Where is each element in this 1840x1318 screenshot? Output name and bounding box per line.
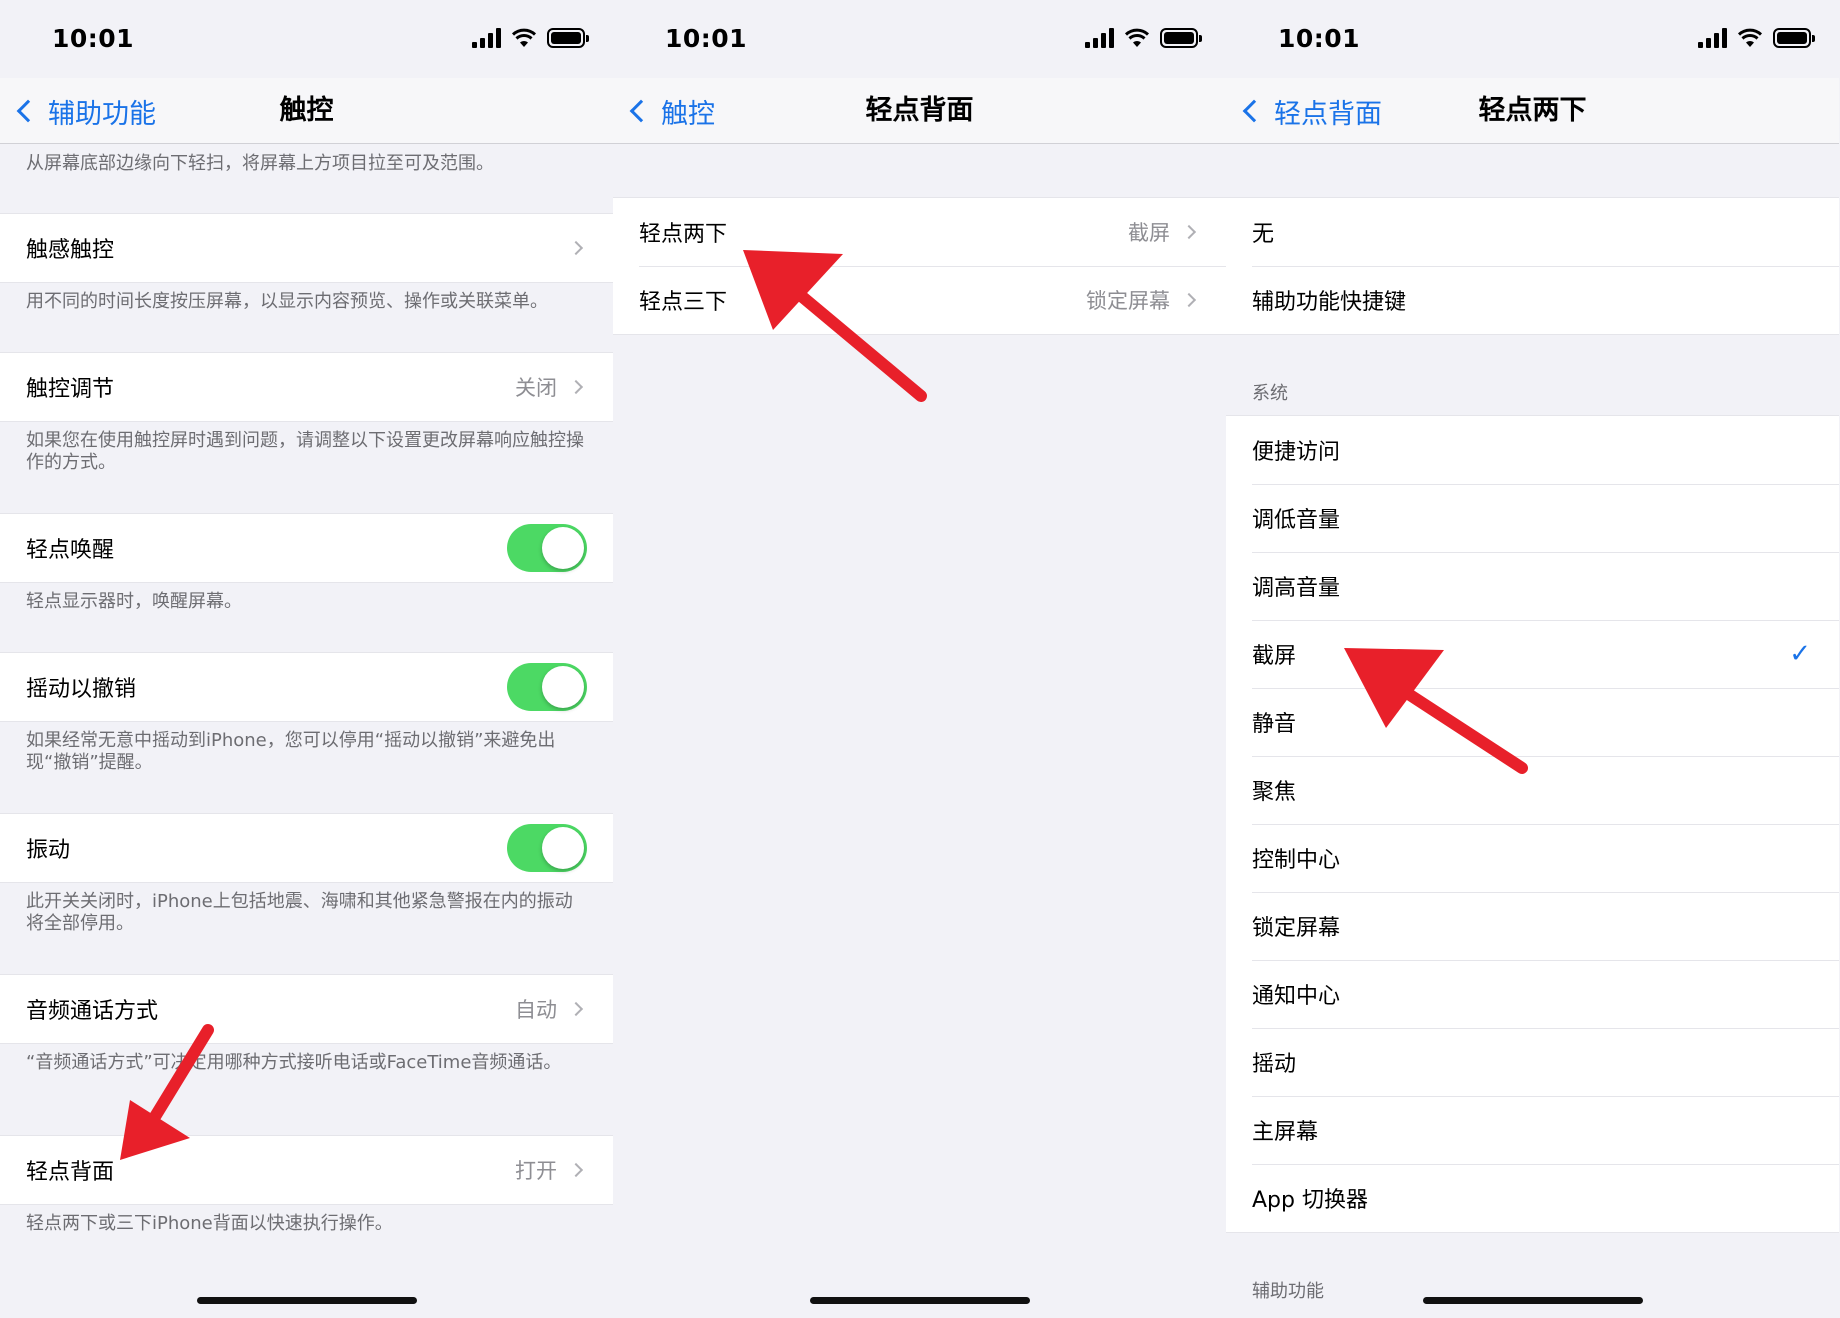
home-indicator[interactable] — [809, 1297, 1030, 1304]
home-indicator[interactable] — [196, 1297, 417, 1304]
option-control-center[interactable]: 控制中心 — [1226, 824, 1839, 892]
tap-to-wake-toggle[interactable] — [507, 524, 587, 572]
back-button[interactable]: 辅助功能 — [14, 92, 156, 130]
section-header-accessibility: 辅助功能 — [1252, 1281, 1324, 1302]
cellular-signal-icon — [1698, 28, 1727, 48]
chevron-left-icon — [1242, 99, 1266, 123]
wifi-icon — [511, 28, 537, 47]
chevron-right-icon — [1181, 224, 1197, 240]
chevron-left-icon — [16, 99, 40, 123]
option-accessibility-shortcut[interactable]: 辅助功能快捷键 — [1226, 266, 1839, 334]
cellular-signal-icon — [472, 28, 501, 48]
status-bar: 10:01 — [0, 0, 613, 78]
status-time: 10:01 — [1278, 24, 1361, 53]
option-spotlight[interactable]: 聚焦 — [1226, 756, 1839, 824]
shake-to-undo-row: 摇动以撤销 — [0, 653, 613, 721]
cellular-signal-icon — [1085, 28, 1114, 48]
wifi-icon — [1124, 28, 1150, 47]
status-bar: 10:01 — [613, 0, 1226, 78]
option-notification-center[interactable]: 通知中心 — [1226, 960, 1839, 1028]
chevron-right-icon — [568, 1162, 584, 1178]
chevron-right-icon — [568, 240, 584, 256]
option-none[interactable]: 无 — [1226, 198, 1839, 266]
chevron-right-icon — [568, 379, 584, 395]
call-audio-note: “音频通话方式”可决定用哪种方式接听电话或FaceTime音频通话。 — [26, 1052, 562, 1073]
chevron-right-icon — [1181, 292, 1197, 308]
back-tap-note: 轻点两下或三下iPhone背面以快速执行操作。 — [26, 1213, 393, 1234]
haptic-touch-row[interactable]: 触感触控 — [0, 214, 613, 282]
option-lock-screen[interactable]: 锁定屏幕 — [1226, 892, 1839, 960]
back-button[interactable]: 轻点背面 — [1240, 92, 1382, 130]
nav-bar: 轻点背面 轻点两下 — [1226, 78, 1839, 144]
option-reachability[interactable]: 便捷访问 — [1226, 416, 1839, 484]
double-tap-action-screen: 10:01 轻点背面 轻点两下 无 辅助功能快捷键 系统 便捷访问 调低音量 调… — [1226, 0, 1839, 1318]
option-mute[interactable]: 静音 — [1226, 688, 1839, 756]
battery-icon — [1773, 28, 1815, 48]
nav-bar: 辅助功能 触控 — [0, 78, 613, 144]
touch-accommodations-note: 如果您在使用触控屏时遇到问题，请调整以下设置更改屏幕响应触控操作的方式。 — [26, 430, 584, 473]
shake-to-undo-toggle[interactable] — [507, 663, 587, 711]
call-audio-routing-row[interactable]: 音频通话方式 自动 — [0, 975, 613, 1043]
triple-tap-row[interactable]: 轻点三下 锁定屏幕 — [613, 266, 1226, 334]
tap-to-wake-row: 轻点唤醒 — [0, 514, 613, 582]
section-header-system: 系统 — [1252, 383, 1288, 404]
option-home-screen[interactable]: 主屏幕 — [1226, 1096, 1839, 1164]
touch-accommodations-row[interactable]: 触控调节 关闭 — [0, 353, 613, 421]
option-screenshot[interactable]: 截屏 ✓ — [1226, 620, 1839, 688]
back-tap-screen: 10:01 触控 轻点背面 轻点两下 截屏 轻点三下 锁定屏幕 — [613, 0, 1226, 1318]
option-shake[interactable]: 摇动 — [1226, 1028, 1839, 1096]
tap-to-wake-note: 轻点显示器时，唤醒屏幕。 — [26, 591, 242, 612]
status-bar: 10:01 — [1226, 0, 1839, 78]
nav-bar: 触控 轻点背面 — [613, 78, 1226, 144]
vibration-row: 振动 — [0, 814, 613, 882]
chevron-right-icon — [568, 1001, 584, 1017]
option-app-switcher[interactable]: App 切换器 — [1226, 1164, 1839, 1232]
option-volume-up[interactable]: 调高音量 — [1226, 552, 1839, 620]
battery-icon — [547, 28, 589, 48]
touch-settings-screen: 10:01 辅助功能 触控 从屏幕底部边缘向下轻扫，将屏幕上方项目拉至可及范围。… — [0, 0, 613, 1318]
battery-icon — [1160, 28, 1202, 48]
shake-to-undo-note: 如果经常无意中摇动到iPhone，您可以停用“摇动以撤销”来避免出现“撤销”提醒… — [26, 730, 556, 773]
double-tap-row[interactable]: 轻点两下 截屏 — [613, 198, 1226, 266]
wifi-icon — [1737, 28, 1763, 47]
vibration-toggle[interactable] — [507, 824, 587, 872]
status-time: 10:01 — [52, 24, 135, 53]
chevron-left-icon — [629, 99, 653, 123]
status-time: 10:01 — [665, 24, 748, 53]
option-volume-down[interactable]: 调低音量 — [1226, 484, 1839, 552]
haptic-touch-note: 用不同的时间长度按压屏幕，以显示内容预览、操作或关联菜单。 — [26, 291, 548, 312]
vibration-note: 此开关关闭时，iPhone上包括地震、海啸和其他紧急警报在内的振动将全部停用。 — [26, 891, 573, 934]
back-button[interactable]: 触控 — [627, 92, 715, 130]
back-tap-row[interactable]: 轻点背面 打开 — [0, 1136, 613, 1204]
home-indicator[interactable] — [1422, 1297, 1643, 1304]
reachability-note: 从屏幕底部边缘向下轻扫，将屏幕上方项目拉至可及范围。 — [26, 153, 494, 174]
checkmark-icon: ✓ — [1789, 639, 1811, 669]
